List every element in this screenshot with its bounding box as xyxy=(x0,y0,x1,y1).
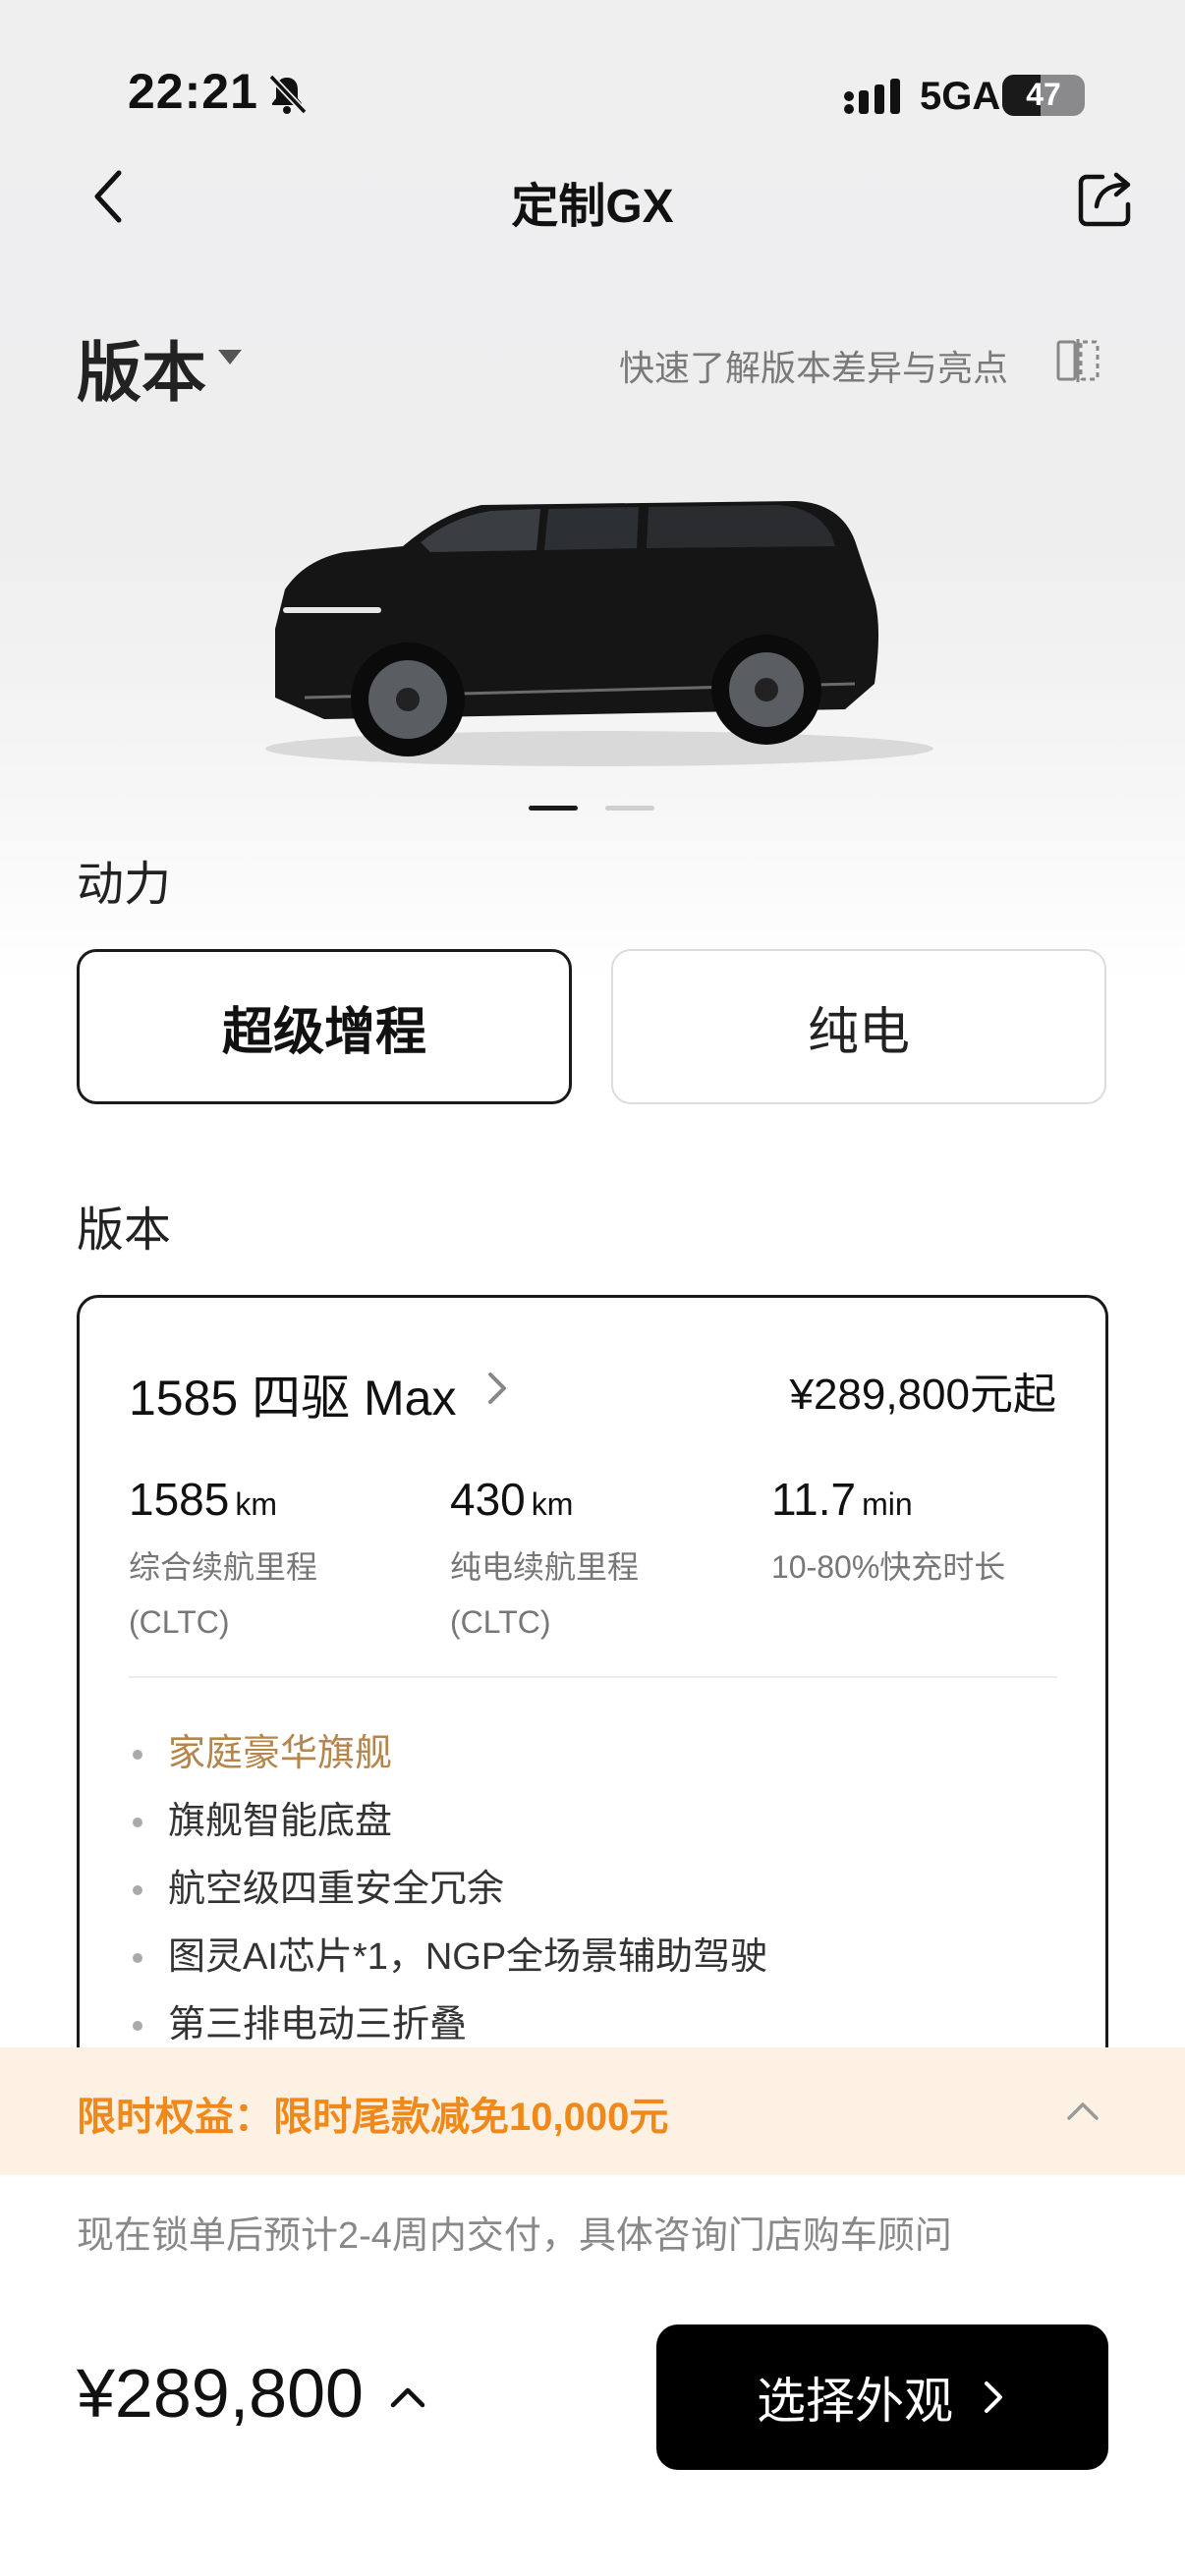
version-price: ¥289,800元起 xyxy=(789,1371,1056,1419)
select-exterior-button[interactable]: 选择外观 xyxy=(656,2324,1108,2470)
version-section-title: 版本 xyxy=(77,1204,172,1257)
promo-text: 限时权益：限时尾款减免10,000元 xyxy=(77,2096,669,2139)
spec-label: 纯电续航里程 (CLTC) xyxy=(450,1549,640,1640)
caret-down-icon[interactable] xyxy=(218,350,242,364)
spec-range-ev: 430 km 纯电续航里程 (CLTC) xyxy=(450,1473,764,1650)
bullet-icon xyxy=(133,2021,142,2031)
spec-range-total: 1585 km 综合续航里程 (CLTC) xyxy=(129,1473,443,1650)
bell-muted-icon xyxy=(268,74,308,115)
bullet-icon xyxy=(133,1818,142,1827)
feature-item: 家庭豪华旗舰 xyxy=(129,1720,767,1788)
spec-value: 1585 xyxy=(129,1474,230,1525)
back-button[interactable] xyxy=(79,165,138,228)
spec-value: 430 xyxy=(450,1474,526,1525)
total-price[interactable]: ¥289,800 xyxy=(77,2354,364,2433)
carousel-dot[interactable] xyxy=(605,806,654,811)
signal-icon xyxy=(844,79,900,114)
power-section-title: 动力 xyxy=(77,859,172,911)
battery-indicator: 47 xyxy=(1002,75,1085,116)
promo-banner[interactable]: 限时权益：限时尾款减免10,000元 xyxy=(0,2047,1185,2175)
spec-label: 综合续航里程 (CLTC) xyxy=(129,1549,318,1640)
version-heading[interactable]: 版本 xyxy=(77,320,206,415)
feature-text: 家庭豪华旗舰 xyxy=(168,1733,393,1774)
compare-icon[interactable] xyxy=(1055,338,1100,383)
carousel-dot-active[interactable] xyxy=(529,806,578,811)
chevron-right-icon[interactable] xyxy=(482,1369,512,1408)
feature-text: 航空级四重安全冗余 xyxy=(168,1869,505,1910)
share-icon[interactable] xyxy=(1073,165,1140,232)
delivery-note: 现在锁单后预计2-4周内交付，具体咨询门店购车顾问 xyxy=(77,2215,952,2257)
spec-fast-charge: 11.7 min 10-80%快充时长 xyxy=(771,1473,1086,1595)
power-option-ev[interactable]: 纯电 xyxy=(611,949,1106,1104)
car-image xyxy=(265,501,933,766)
page-title: 定制GX xyxy=(511,181,674,233)
feature-text: 图灵AI芯片*1，NGP全场景辅助驾驶 xyxy=(168,1936,768,1978)
version-name[interactable]: 1585 四驱 Max xyxy=(129,1359,456,1429)
bullet-icon xyxy=(133,1885,142,1895)
cta-label: 选择外观 xyxy=(757,2374,953,2429)
status-time: 22:21 xyxy=(128,64,258,119)
spec-value: 11.7 xyxy=(771,1474,857,1525)
spec-unit: km xyxy=(531,1486,574,1522)
spec-label: 10-80%快充时长 xyxy=(771,1549,1006,1585)
spec-unit: min xyxy=(862,1486,913,1522)
network-type-label: 5GA xyxy=(920,75,1001,118)
battery-percent: 47 xyxy=(1026,77,1061,112)
power-option-erev[interactable]: 超级增程 xyxy=(77,949,572,1104)
chevron-up-icon[interactable] xyxy=(1063,2091,1102,2130)
feature-item: 航空级四重安全冗余 xyxy=(129,1856,767,1924)
divider xyxy=(129,1676,1057,1678)
feature-list: 家庭豪华旗舰 旗舰智能底盘 航空级四重安全冗余 图灵AI芯片*1，NGP全场景辅… xyxy=(129,1720,767,2059)
feature-text: 旗舰智能底盘 xyxy=(168,1801,393,1842)
version-card[interactable]: 1585 四驱 Max ¥289,800元起 1585 km 综合续航里程 (CL… xyxy=(77,1295,1108,2081)
feature-item: 图灵AI芯片*1，NGP全场景辅助驾驶 xyxy=(129,1924,767,1991)
feature-item: 旗舰智能底盘 xyxy=(129,1788,767,1856)
bullet-icon xyxy=(133,1953,142,1963)
battery-cap xyxy=(1078,86,1084,102)
chevron-up-icon[interactable] xyxy=(387,2378,428,2419)
chevron-left-icon xyxy=(94,170,122,223)
spec-unit: km xyxy=(235,1486,277,1522)
bullet-icon xyxy=(133,1750,142,1760)
compare-link[interactable]: 快速了解版本差异与亮点 xyxy=(619,340,1008,391)
feature-text: 第三排电动三折叠 xyxy=(168,2004,468,2045)
chevron-right-icon xyxy=(985,2381,1002,2413)
